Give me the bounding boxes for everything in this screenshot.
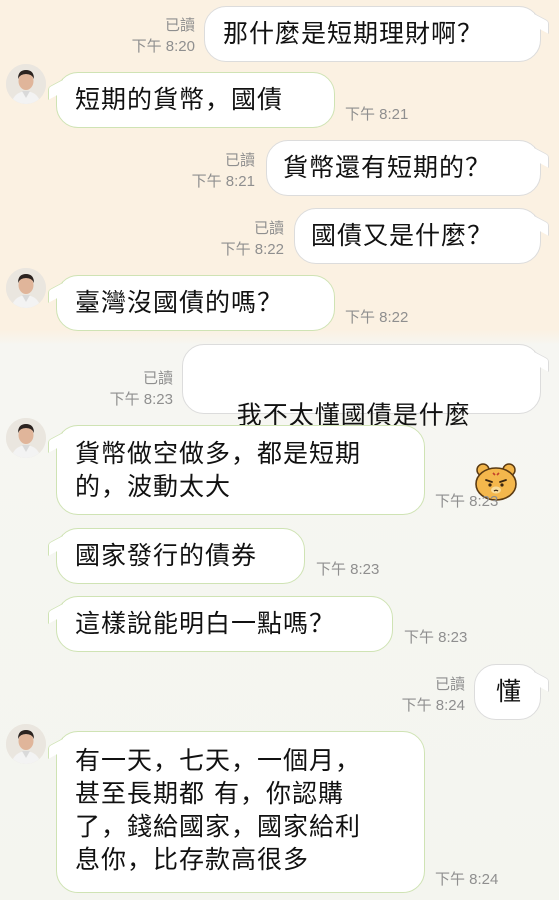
grumpy-bear-emoji-icon bbox=[473, 395, 519, 501]
contact-avatar-icon bbox=[6, 418, 46, 458]
message-time: 下午 8:21 bbox=[345, 106, 409, 123]
outgoing-message[interactable]: 那什麼是短期理財啊？ bbox=[204, 6, 541, 62]
outgoing-message[interactable]: 懂 bbox=[474, 664, 541, 720]
contact-avatar-icon bbox=[6, 724, 46, 764]
outgoing-message[interactable]: 國債又是什麼？ bbox=[294, 208, 541, 264]
avatar[interactable] bbox=[6, 64, 46, 104]
incoming-message[interactable]: 短期的貨幣，國債 bbox=[56, 72, 335, 128]
message-time: 下午 8:21 bbox=[191, 173, 255, 190]
message-time: 下午 8:23 bbox=[109, 391, 173, 408]
incoming-message[interactable]: 貨幣做空做多，都是短期 的，波動太大 bbox=[56, 425, 425, 515]
avatar[interactable] bbox=[6, 268, 46, 308]
incoming-message[interactable]: 有一天，七天，一個月， 甚至長期都 有，你認購 了，錢給國家，國家給利 息你，比… bbox=[56, 731, 425, 893]
message-time: 下午 8:24 bbox=[435, 871, 499, 888]
incoming-message[interactable]: 臺灣沒國債的嗎？ bbox=[56, 275, 335, 331]
message-time: 下午 8:22 bbox=[345, 309, 409, 326]
contact-avatar-icon bbox=[6, 64, 46, 104]
read-receipt: 已讀 bbox=[434, 676, 465, 693]
avatar[interactable] bbox=[6, 724, 46, 764]
read-receipt: 已讀 bbox=[224, 152, 255, 169]
incoming-message[interactable]: 這樣說能明白一點嗎？ bbox=[56, 596, 393, 652]
message-time: 下午 8:20 bbox=[131, 38, 195, 55]
outgoing-message[interactable]: 我不太懂國債是什麼 bbox=[182, 344, 541, 501]
chat-message-list[interactable]: 已讀 下午 8:20 那什麼是短期理財啊？ 短期的貨幣，國債 下午 8:21 已… bbox=[0, 0, 559, 900]
message-time: 下午 8:23 bbox=[435, 493, 499, 510]
incoming-message[interactable]: 國家發行的債券 bbox=[56, 528, 305, 584]
outgoing-message[interactable]: 貨幣還有短期的？ bbox=[266, 140, 541, 196]
message-time: 下午 8:22 bbox=[220, 241, 284, 258]
read-receipt: 已讀 bbox=[142, 370, 173, 387]
message-time: 下午 8:23 bbox=[316, 561, 380, 578]
avatar[interactable] bbox=[6, 418, 46, 458]
contact-avatar-icon bbox=[6, 268, 46, 308]
message-time: 下午 8:23 bbox=[404, 629, 468, 646]
read-receipt: 已讀 bbox=[253, 220, 284, 237]
message-time: 下午 8:24 bbox=[401, 697, 465, 714]
read-receipt: 已讀 bbox=[164, 17, 195, 34]
